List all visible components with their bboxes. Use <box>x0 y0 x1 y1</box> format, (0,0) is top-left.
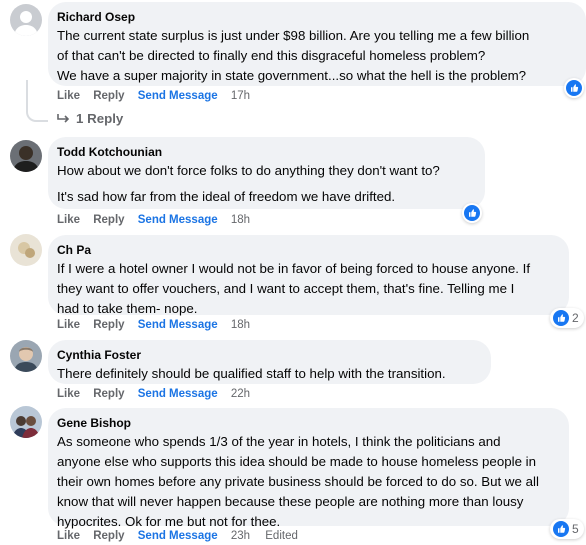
like-action[interactable]: Like <box>57 530 80 542</box>
comment-line: anyone else who supports this idea shoul… <box>57 454 537 469</box>
comment-actions: Like Reply Send Message 17h <box>57 88 260 104</box>
reply-arrow-icon <box>57 113 70 123</box>
comment-line: There definitely should be qualified sta… <box>57 366 446 381</box>
comment-line: The current state surplus is just under … <box>57 28 530 43</box>
reaction-badge[interactable]: 5 <box>550 519 584 539</box>
avatar[interactable] <box>10 340 42 372</box>
avatar[interactable] <box>10 406 42 438</box>
send-message-action[interactable]: Send Message <box>138 388 218 400</box>
send-message-action[interactable]: Send Message <box>138 214 218 226</box>
timestamp[interactable]: 18h <box>231 214 250 226</box>
comment-actions: Like Reply Send Message 18h <box>57 212 260 228</box>
comment-author[interactable]: Richard Osep <box>57 9 576 25</box>
reaction-count: 5 <box>572 522 579 536</box>
comment-line: We have a super majority in state govern… <box>57 68 527 83</box>
comment-bubble: Richard Osep The current state surplus i… <box>48 2 586 86</box>
comment-bubble: Gene Bishop As someone who spends 1/3 of… <box>48 408 569 529</box>
comment-text: As someone who spends 1/3 of the year in… <box>57 432 559 532</box>
comment-text: How about we don't force folks to do any… <box>57 161 475 207</box>
comment-line: their own homes before any private busin… <box>57 474 539 489</box>
comment-line: It's sad how far from the ideal of freed… <box>57 189 396 204</box>
timestamp[interactable]: 22h <box>231 388 250 400</box>
comment-bubble: Cynthia Foster There definitely should b… <box>48 340 491 384</box>
comment-bubble: Ch Pa If I were a hotel owner I would no… <box>48 235 569 316</box>
comment-actions: Like Reply Send Message 23h Edited <box>57 528 308 544</box>
like-action[interactable]: Like <box>57 90 80 102</box>
timestamp[interactable]: 18h <box>231 319 250 331</box>
replies-label: 1 Reply <box>76 111 124 126</box>
comment-line: they want to offer vouchers, and I want … <box>57 281 515 296</box>
comment-author[interactable]: Cynthia Foster <box>57 347 481 363</box>
comment-text: The current state surplus is just under … <box>57 26 576 86</box>
reaction-badge[interactable]: 2 <box>550 308 584 328</box>
comment-text: If I were a hotel owner I would not be i… <box>57 259 559 319</box>
send-message-action[interactable]: Send Message <box>138 90 218 102</box>
comment-author[interactable]: Ch Pa <box>57 242 559 258</box>
reply-action[interactable]: Reply <box>93 388 124 400</box>
avatar[interactable] <box>10 4 42 36</box>
comment-text: There definitely should be qualified sta… <box>57 364 481 384</box>
like-thumb-icon <box>553 521 569 537</box>
reply-action[interactable]: Reply <box>93 319 124 331</box>
comment-line: had to take them- nope. <box>57 301 198 316</box>
avatar[interactable] <box>10 140 42 172</box>
like-thumb-icon <box>464 205 480 221</box>
timestamp[interactable]: 23h <box>231 530 250 542</box>
timestamp[interactable]: 17h <box>231 90 250 102</box>
comment-author[interactable]: Gene Bishop <box>57 415 559 431</box>
view-replies[interactable]: 1 Reply <box>57 111 123 126</box>
comment-bubble: Todd Kotchounian How about we don't forc… <box>48 137 485 209</box>
reaction-count: 2 <box>572 311 579 325</box>
comment-line: know that will never happen because thes… <box>57 494 524 509</box>
comment-actions: Like Reply Send Message 18h <box>57 317 260 333</box>
comment-actions: Like Reply Send Message 22h <box>57 386 260 402</box>
comment-line: of that can't be directed to finally end… <box>57 48 486 63</box>
like-thumb-icon <box>553 310 569 326</box>
comment-line: If I were a hotel owner I would not be i… <box>57 261 531 276</box>
thread-line <box>26 80 48 122</box>
edited-label[interactable]: Edited <box>265 530 298 542</box>
reply-action[interactable]: Reply <box>93 90 124 102</box>
comment-author[interactable]: Todd Kotchounian <box>57 144 475 160</box>
comment-line: How about we don't force folks to do any… <box>57 163 440 178</box>
like-action[interactable]: Like <box>57 319 80 331</box>
reaction-badge[interactable] <box>462 203 482 223</box>
reply-action[interactable]: Reply <box>93 214 124 226</box>
avatar[interactable] <box>10 234 42 266</box>
comment-line: As someone who spends 1/3 of the year in… <box>57 434 501 449</box>
like-action[interactable]: Like <box>57 214 80 226</box>
reply-action[interactable]: Reply <box>93 530 124 542</box>
send-message-action[interactable]: Send Message <box>138 319 218 331</box>
reaction-badge[interactable] <box>564 78 584 98</box>
send-message-action[interactable]: Send Message <box>138 530 218 542</box>
like-thumb-icon <box>566 80 582 96</box>
like-action[interactable]: Like <box>57 388 80 400</box>
